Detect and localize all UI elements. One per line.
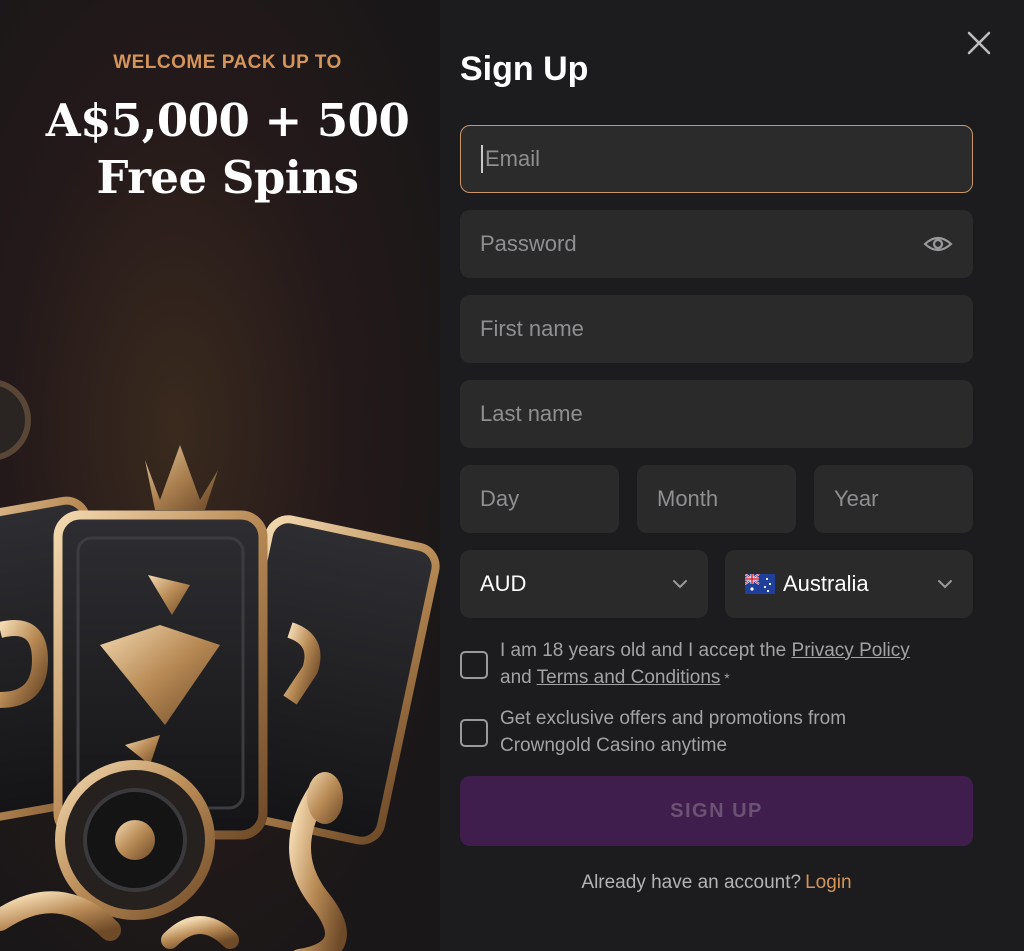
first-name-field[interactable] bbox=[460, 295, 973, 363]
year-field[interactable] bbox=[814, 465, 973, 533]
offers-consent-checkbox[interactable] bbox=[460, 719, 488, 747]
promo-headline-line2: Free Spins bbox=[96, 151, 359, 204]
terms-link[interactable]: Terms and Conditions bbox=[537, 667, 721, 688]
year-input[interactable] bbox=[834, 486, 953, 512]
chevron-down-icon bbox=[673, 580, 687, 589]
age-consent-row: I am 18 years old and I accept the Priva… bbox=[460, 637, 980, 692]
offers-consent-row: Get exclusive offers and promotions from… bbox=[460, 705, 980, 759]
month-field[interactable] bbox=[637, 465, 796, 533]
age-consent-checkbox[interactable] bbox=[460, 651, 488, 679]
promo-headline: A$5,000 + 500 Free Spins bbox=[0, 92, 440, 206]
age-text-part2: and bbox=[500, 667, 537, 688]
last-name-input[interactable] bbox=[480, 401, 953, 427]
last-name-field[interactable] bbox=[460, 380, 973, 448]
email-field[interactable] bbox=[460, 125, 973, 193]
first-name-input[interactable] bbox=[480, 316, 953, 342]
login-prompt-row: Already have an account? Login bbox=[460, 872, 973, 894]
month-input[interactable] bbox=[657, 486, 776, 512]
required-mark: * bbox=[720, 670, 730, 686]
currency-value: AUD bbox=[480, 571, 527, 596]
chevron-down-icon bbox=[938, 580, 952, 589]
age-text-part1: I am 18 years old and I accept the bbox=[500, 640, 792, 661]
country-value-wrap: Australia bbox=[745, 571, 869, 597]
australia-flag-icon bbox=[745, 574, 775, 594]
currency-select[interactable]: AUD bbox=[460, 550, 708, 618]
promo-panel: WELCOME PACK UP TO A$5,000 + 500 Free Sp… bbox=[0, 0, 440, 951]
eye-icon[interactable] bbox=[923, 234, 953, 254]
day-input[interactable] bbox=[480, 486, 599, 512]
age-consent-text: I am 18 years old and I accept the Priva… bbox=[500, 637, 910, 692]
login-link[interactable]: Login bbox=[805, 872, 852, 893]
email-input[interactable] bbox=[484, 146, 952, 172]
password-input[interactable] bbox=[480, 231, 923, 257]
signup-button[interactable]: SIGN UP bbox=[460, 776, 973, 846]
promo-kicker: WELCOME PACK UP TO bbox=[113, 52, 342, 73]
text-caret bbox=[481, 145, 483, 173]
signup-modal: WELCOME PACK UP TO A$5,000 + 500 Free Sp… bbox=[0, 0, 1024, 951]
country-value: Australia bbox=[783, 571, 869, 596]
country-select[interactable]: Australia bbox=[725, 550, 973, 618]
privacy-policy-link[interactable]: Privacy Policy bbox=[792, 640, 910, 661]
offers-consent-text: Get exclusive offers and promotions from… bbox=[500, 708, 847, 756]
promo-artwork bbox=[0, 380, 440, 951]
day-field[interactable] bbox=[460, 465, 619, 533]
close-button[interactable] bbox=[964, 28, 994, 58]
password-field[interactable] bbox=[460, 210, 973, 278]
login-prompt: Already have an account? bbox=[581, 872, 802, 893]
form-title: Sign Up bbox=[460, 50, 589, 88]
close-icon bbox=[967, 31, 991, 55]
promo-headline-line1: A$5,000 + 500 bbox=[45, 94, 410, 147]
